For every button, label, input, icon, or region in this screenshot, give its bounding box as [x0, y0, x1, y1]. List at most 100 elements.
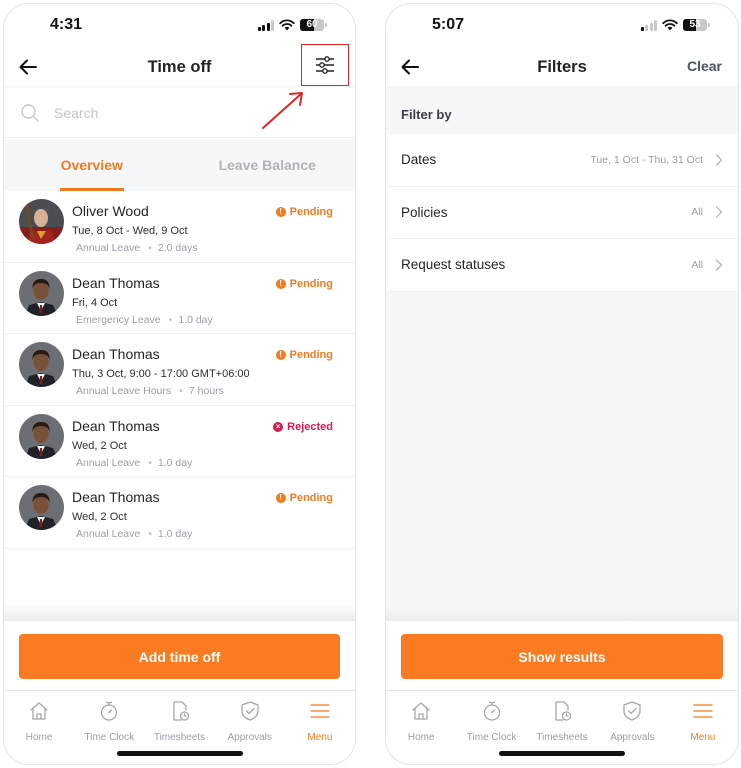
back-button[interactable] — [398, 56, 422, 78]
shield-check-icon — [239, 700, 261, 727]
request-list: Oliver Wood Tue, 8 Oct - Wed, 9 Oct Annu… — [4, 191, 355, 549]
battery-icon: 60 — [300, 19, 324, 31]
battery-level: 60 — [306, 19, 318, 30]
tab-bar-item-home[interactable]: Home — [386, 692, 456, 748]
tab-bar-label: Approvals — [610, 732, 655, 743]
list-item[interactable]: Oliver Wood Tue, 8 Oct - Wed, 9 Oct Annu… — [4, 191, 355, 263]
status-badge: ! Pending — [275, 492, 333, 504]
wifi-icon — [279, 19, 295, 31]
battery-level: 53 — [689, 19, 701, 30]
tab-bar-item-time-clock[interactable]: Time Clock — [74, 692, 144, 748]
filter-header: Filter by — [401, 107, 452, 122]
alert-circle-icon: ! — [275, 350, 286, 360]
arrow-left-icon — [19, 59, 37, 75]
filter-label: Request statuses — [401, 257, 506, 273]
status-label: Pending — [289, 349, 333, 361]
tab-leave-balance[interactable]: Leave Balance — [180, 139, 356, 191]
tab-bar-label: Home — [407, 732, 435, 743]
leave-policy: Annual Leave — [76, 242, 141, 254]
separator-dot: • — [148, 456, 152, 469]
tab-bar-item-approvals[interactable]: Approvals — [215, 692, 285, 748]
bottom-tab-bar: Home Time Clock Timesheets Approvals Menu — [386, 692, 738, 748]
status-label: Pending — [289, 492, 333, 504]
leave-amount: 2.0 days — [157, 242, 198, 254]
status-badge: × Rejected — [273, 421, 333, 433]
employee-name: Dean Thomas — [72, 274, 160, 291]
leave-amount: 1.0 day — [157, 456, 193, 469]
list-fade — [4, 604, 355, 621]
tab-bar-label: Home — [25, 732, 53, 743]
search-input[interactable] — [54, 104, 254, 121]
filter-list: Dates Tue, 1 Oct - Thu, 31 Oct Policies … — [386, 134, 738, 292]
chevron-right-icon — [715, 206, 723, 218]
tab-bar-item-menu[interactable]: Menu — [668, 692, 738, 748]
leave-dates: Wed, 2 Oct — [72, 439, 127, 452]
tab-bar-item-timesheets[interactable]: Timesheets — [144, 692, 214, 748]
clear-button[interactable]: Clear — [687, 58, 722, 74]
timesheet-icon — [169, 700, 191, 727]
tab-bar-item-home[interactable]: Home — [4, 692, 74, 748]
avatar — [19, 199, 64, 244]
show-results-button[interactable]: Show results — [401, 634, 723, 679]
status-time: 4:31 — [50, 16, 83, 33]
home-icon — [410, 700, 432, 727]
tab-bar-item-approvals[interactable]: Approvals — [597, 692, 667, 748]
employee-name: Oliver Wood — [72, 203, 149, 219]
status-badge: ! Pending — [275, 206, 333, 218]
list-item[interactable]: Dean Thomas Wed, 2 Oct Annual Leave • 1.0 … — [4, 477, 355, 549]
tab-bar-item-menu[interactable]: Menu — [285, 692, 355, 748]
tab-bar-item-time-clock[interactable]: Time Clock — [456, 692, 526, 748]
status-bar: 4:31 60 — [4, 4, 355, 48]
stopwatch-icon — [481, 700, 503, 727]
filter-row-policies[interactable]: Policies All — [386, 186, 738, 239]
signal-icon — [257, 19, 274, 31]
timesheet-icon — [551, 700, 573, 727]
bottom-action-area: Add time off — [4, 621, 355, 691]
status-icons: 53 — [640, 19, 710, 31]
wifi-icon — [662, 19, 678, 31]
chevron-right-icon — [715, 154, 723, 166]
alert-circle-icon: ! — [275, 278, 286, 289]
filter-section: Filter by Dates Tue, 1 Oct - Thu, 31 Oct… — [386, 86, 738, 688]
filter-row-dates[interactable]: Dates Tue, 1 Oct - Thu, 31 Oct — [386, 134, 738, 187]
employee-name: Dean Thomas — [72, 417, 160, 434]
search-icon — [21, 103, 39, 122]
time-off-screen: 4:31 60 Time off Search Overview Leave B… — [3, 3, 356, 765]
add-time-off-button[interactable]: Add time off — [19, 634, 340, 679]
tab-bar-label: Menu — [307, 732, 333, 743]
battery-icon: 53 — [683, 19, 707, 31]
filter-row-request-statuses[interactable]: Request statuses All — [386, 239, 738, 292]
signal-icon — [640, 19, 657, 31]
nav-bar: Time off — [4, 44, 355, 86]
status-label: Pending — [289, 277, 333, 290]
filters-screen: 5:07 53 Filters Clear Filter by Dates Tu… — [385, 3, 739, 765]
tab-bar-label: Menu — [690, 732, 716, 743]
leave-meta: Annual Leave • 1.0 day — [76, 528, 192, 540]
back-button[interactable] — [16, 56, 40, 78]
leave-meta: Annual Leave • 2.0 days — [76, 242, 198, 254]
leave-policy: Annual Leave — [76, 456, 141, 469]
tab-overview[interactable]: Overview — [4, 139, 180, 191]
status-badge: ! Pending — [275, 277, 333, 290]
list-item[interactable]: Dean Thomas Fri, 4 Oct Emergency Leave • 1… — [4, 262, 355, 334]
page-title: Time off — [147, 57, 212, 76]
home-indicator — [499, 751, 625, 756]
battery-tip — [708, 23, 710, 27]
tab-bar-item-timesheets[interactable]: Timesheets — [527, 692, 597, 748]
list-item[interactable]: Dean Thomas Thu, 3 Oct, 9:00 - 17:00 GMT… — [4, 334, 355, 406]
chevron-right-icon — [715, 259, 723, 271]
menu-icon — [692, 700, 714, 727]
leave-dates: Fri, 4 Oct — [72, 296, 118, 309]
leave-dates: Tue, 8 Oct - Wed, 9 Oct — [72, 225, 188, 237]
status-bar: 5:07 53 — [386, 4, 738, 48]
status-time: 5:07 — [432, 16, 465, 33]
employee-name: Dean Thomas — [72, 346, 160, 362]
leave-amount: 7 hours — [188, 385, 224, 397]
list-item[interactable]: Dean Thomas Wed, 2 Oct Annual Leave • 1.0 … — [4, 405, 355, 477]
search-bar — [4, 88, 355, 138]
filter-button[interactable] — [301, 44, 349, 86]
avatar — [19, 413, 64, 459]
tab-bar-label: Time Clock — [84, 732, 135, 743]
bottom-tab-bar: Home Time Clock Timesheets Approvals Menu — [4, 692, 355, 748]
nav-bar: Filters Clear — [386, 48, 738, 86]
